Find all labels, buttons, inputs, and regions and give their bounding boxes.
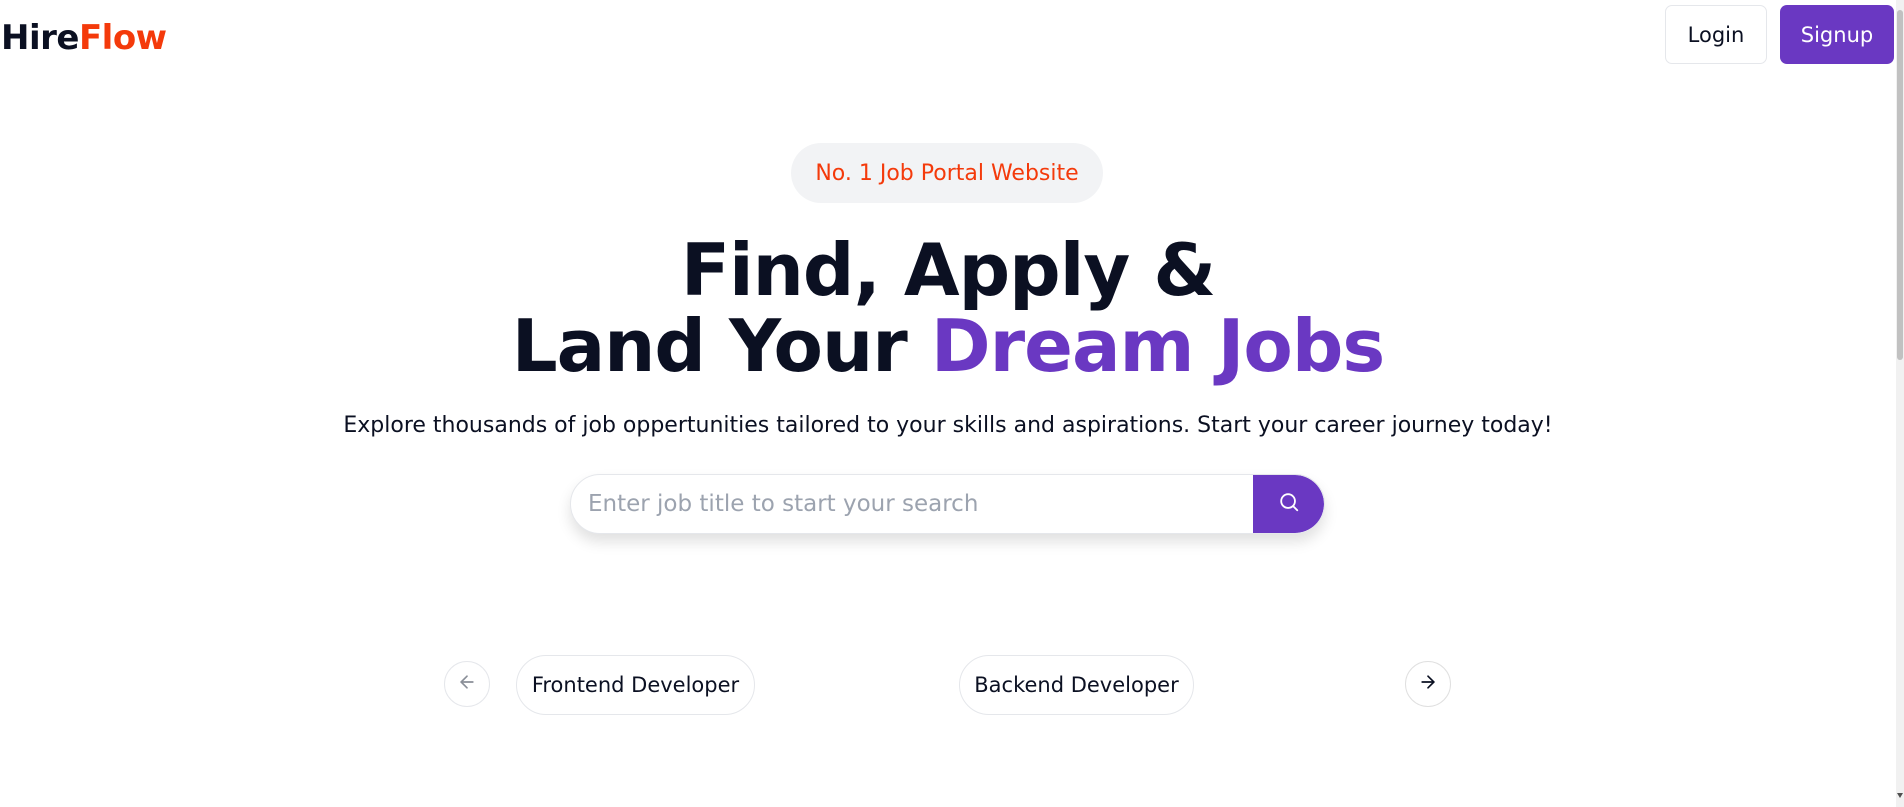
headline-line-2-prefix: Land Your: [511, 304, 931, 388]
hero-badge: No. 1 Job Portal Website: [791, 143, 1103, 203]
scroll-down-arrow-icon[interactable]: [1897, 793, 1903, 798]
login-button[interactable]: Login: [1665, 5, 1767, 64]
arrow-left-icon: [457, 672, 477, 696]
hero-subtitle: Explore thousands of job oppertunities t…: [343, 413, 1553, 438]
logo[interactable]: HireFlow: [1, 18, 167, 58]
hero-headline: Find, Apply & Land Your Dream Jobs: [0, 232, 1896, 384]
signup-button[interactable]: Signup: [1780, 5, 1894, 64]
headline-line-1: Find, Apply &: [680, 228, 1216, 312]
logo-flow: Flow: [78, 18, 167, 58]
search-bar: [570, 474, 1325, 534]
category-chip-frontend[interactable]: Frontend Developer: [516, 655, 755, 715]
headline-line-2: Land Your Dream Jobs: [0, 308, 1896, 384]
page-scrollbar[interactable]: [1896, 0, 1904, 807]
category-chip-backend[interactable]: Backend Developer: [959, 655, 1194, 715]
search-input[interactable]: [571, 475, 1251, 533]
carousel-prev-button[interactable]: [444, 661, 490, 707]
logo-hire: Hire: [1, 18, 79, 58]
search-button[interactable]: [1253, 475, 1324, 533]
search-icon: [1278, 491, 1300, 517]
carousel-next-button[interactable]: [1405, 661, 1451, 707]
scrollbar-thumb[interactable]: [1897, 10, 1903, 360]
arrow-right-icon: [1418, 672, 1438, 696]
headline-accent: Dream Jobs: [930, 304, 1385, 388]
page: HireFlow Login Signup No. 1 Job Portal W…: [0, 0, 1904, 807]
